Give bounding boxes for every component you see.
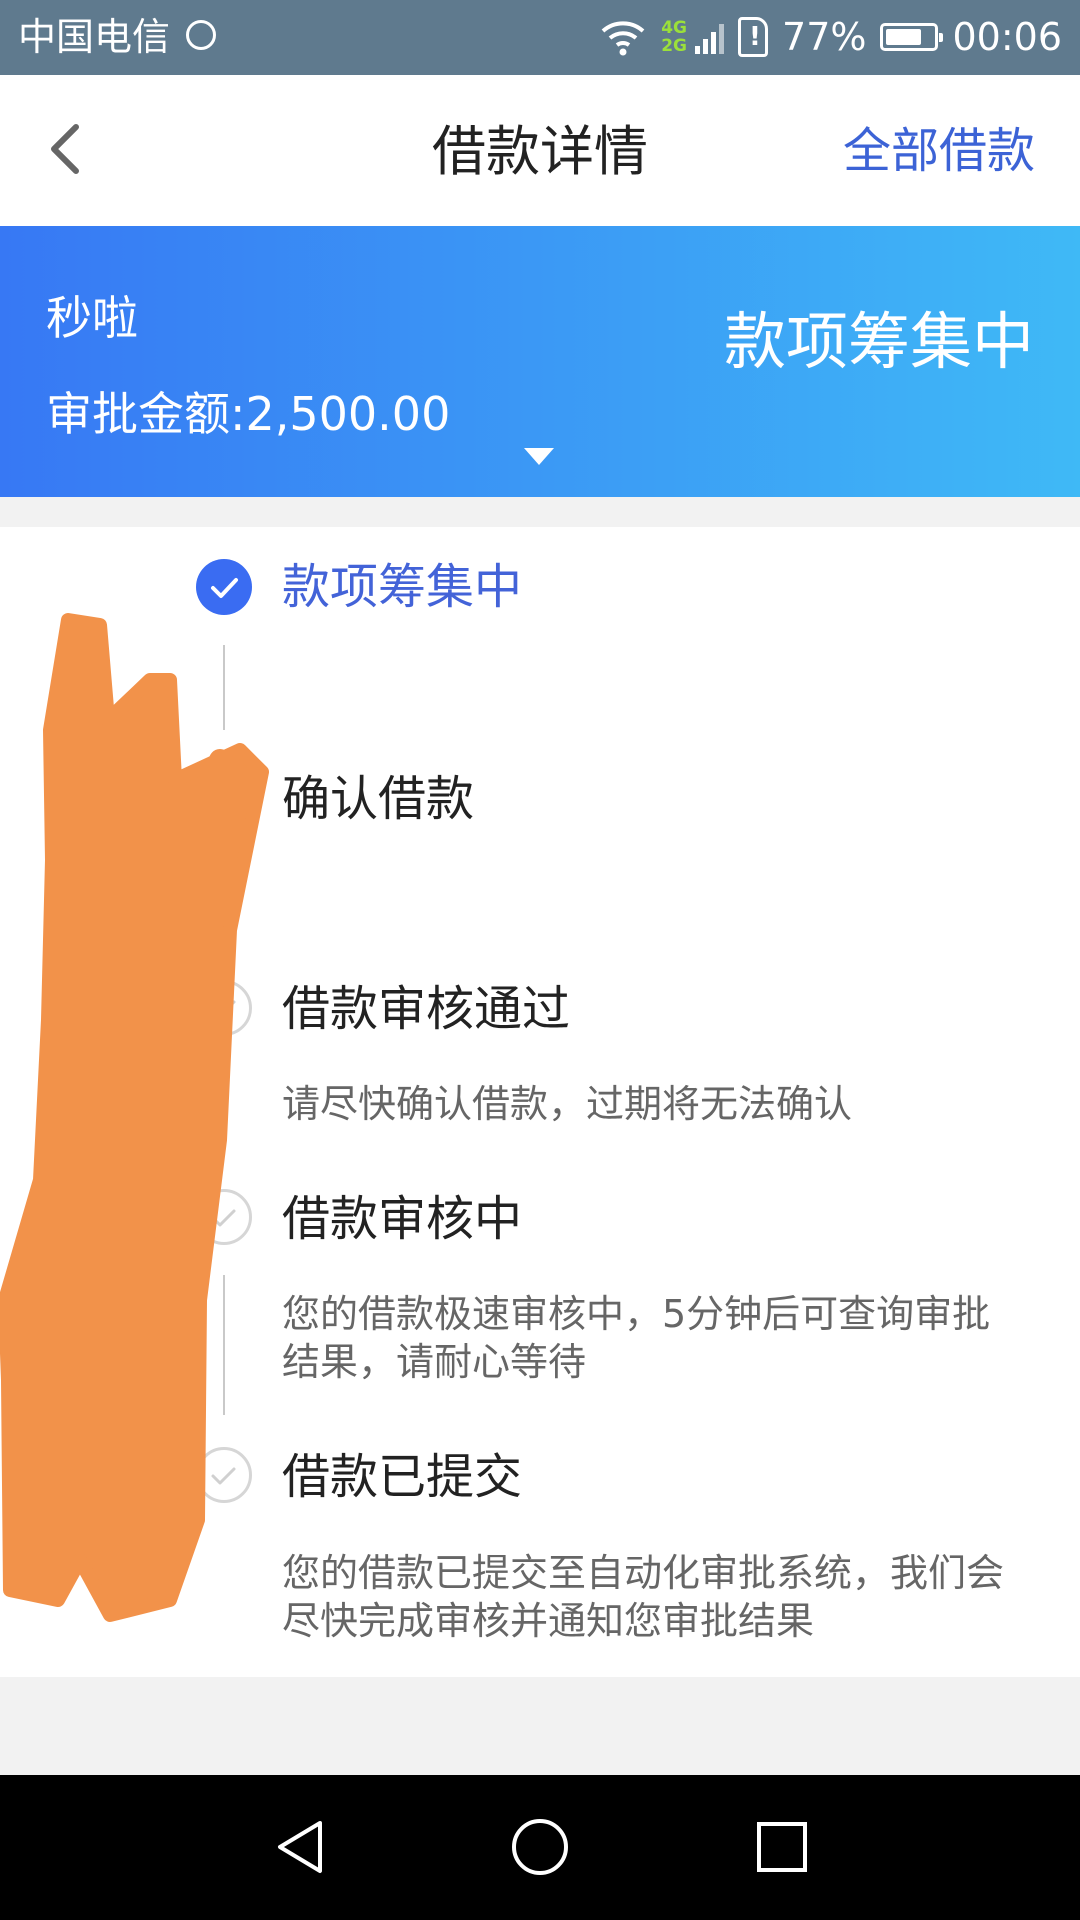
step-title: 款项筹集中 [282, 559, 523, 615]
signal-icon [695, 20, 725, 54]
loan-status: 款项筹集中 [723, 305, 1034, 378]
sim-alert-icon [738, 17, 769, 57]
product-name: 秒啦 [46, 291, 138, 345]
battery-percent: 77% [782, 15, 867, 59]
step-title: 借款审核中 [282, 1191, 523, 1247]
step-title: 借款已提交 [282, 1449, 523, 1505]
redaction-scribble [0, 613, 269, 1622]
nav-recents-icon[interactable] [752, 1817, 812, 1877]
battery-fill [886, 29, 922, 45]
step-description: 您的借款已提交至自动化审批系统，我们会尽快完成审核并通知您审批结果 [282, 1551, 1005, 1643]
network-lower: 2G [661, 36, 688, 56]
step-description: 您的借款极速审核中，5分钟后可查询审批结果，请耐心等待 [282, 1292, 991, 1384]
network-upper: 4G [661, 18, 688, 38]
network-type: 4G 2G [661, 19, 687, 55]
all-loans-link[interactable]: 全部借款 [843, 121, 1035, 181]
hd-icon [186, 20, 216, 50]
wifi-icon [601, 21, 645, 56]
step-title: 确认借款 [282, 771, 475, 827]
nav-home-icon[interactable] [510, 1817, 570, 1877]
clock: 00:06 [952, 15, 1062, 59]
approved-amount: 审批金额:2,500.00 [46, 387, 451, 441]
status-bar: 中国电信 4G 2G 77% 00:06 [0, 0, 1080, 75]
title-bar: 借款详情 全部借款 [0, 75, 1080, 226]
step-description: 请尽快确认借款，过期将无法确认 [282, 1082, 853, 1126]
step-title: 借款审核通过 [282, 981, 571, 1037]
loan-summary-header: 秒啦 审批金额:2,500.00 款项筹集中 [0, 226, 1080, 497]
nav-back-icon[interactable] [270, 1817, 330, 1877]
battery-icon [880, 23, 944, 51]
expand-caret-icon[interactable] [524, 448, 554, 465]
carrier-name: 中国电信 [18, 15, 171, 59]
system-nav-bar [0, 1775, 1080, 1920]
